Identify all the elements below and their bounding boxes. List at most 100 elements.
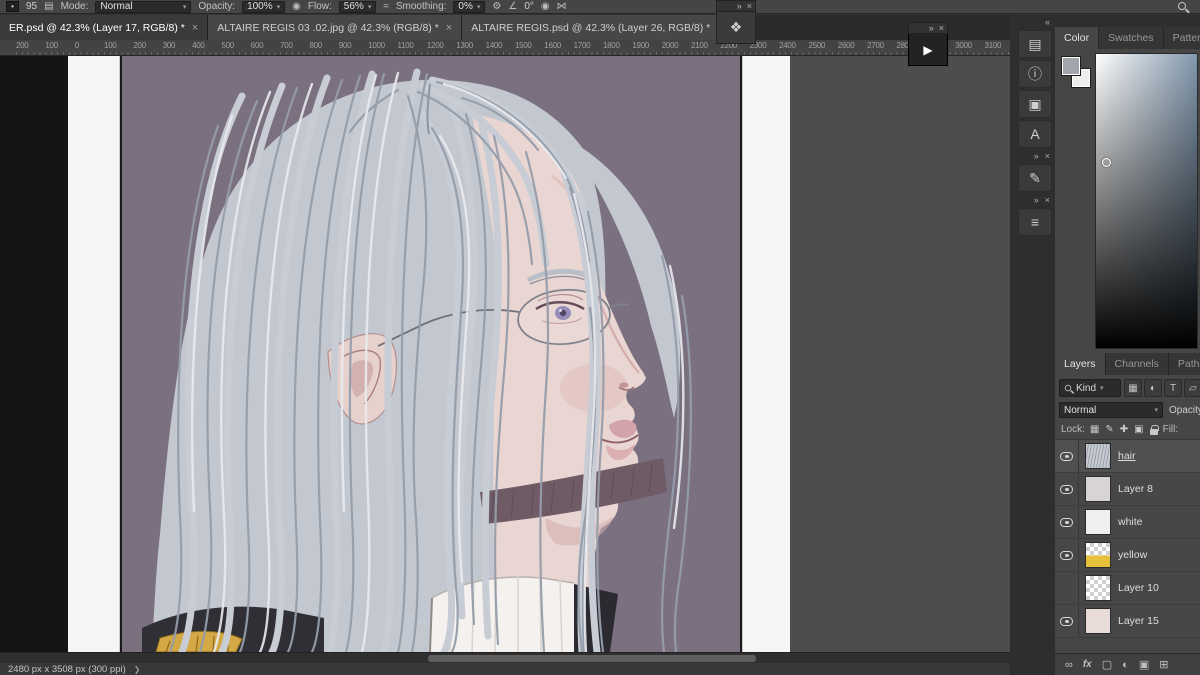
lock-all-icon[interactable] [1149, 424, 1159, 435]
canvas-blank-left[interactable] [68, 56, 120, 652]
brush-angle-icon[interactable]: ∠ [508, 1, 517, 12]
ruler-label: 2700 [867, 41, 884, 50]
layer-row[interactable]: hair [1055, 440, 1200, 473]
layer-thumbnail[interactable] [1085, 476, 1111, 502]
ruler-label: 200 [16, 41, 29, 50]
layer-visibility-toggle[interactable] [1055, 506, 1079, 538]
ruler-label: 3000 [955, 41, 972, 50]
pasteboard-dark [0, 56, 68, 652]
foreground-color-swatch[interactable] [1061, 56, 1081, 76]
clone-source-icon[interactable]: ▣ [1018, 90, 1052, 118]
layer-thumbnail[interactable] [1085, 608, 1111, 634]
layer-visibility-toggle[interactable] [1055, 473, 1079, 505]
symmetry-icon[interactable]: ⋈ [557, 1, 567, 12]
layer-row[interactable]: Layer 8 [1055, 473, 1200, 506]
filter-kind-select[interactable]: Kind ▾ [1059, 379, 1121, 397]
lock-move-icon[interactable]: ✚ [1120, 424, 1128, 435]
layer-thumbnail[interactable] [1085, 509, 1111, 535]
link-layers-icon[interactable]: ∞ [1065, 659, 1073, 671]
horizontal-scrollbar[interactable] [0, 652, 1010, 663]
layer-row[interactable]: Layer 15 [1055, 605, 1200, 638]
layer-thumbnail[interactable] [1085, 443, 1111, 469]
tab-color[interactable]: Color [1055, 27, 1100, 49]
opacity-select[interactable]: 100% ▾ [242, 0, 286, 13]
layer-mask-icon[interactable]: ▢ [1102, 658, 1112, 671]
close-icon[interactable]: × [1045, 195, 1050, 205]
status-popup-arrow-icon[interactable]: ❯ [134, 665, 141, 674]
document-tab[interactable]: ALTAIRE REGIS 03 .02.jpg @ 42.3% (RGB/8)… [208, 15, 463, 40]
filter-type-icon[interactable]: T [1164, 379, 1182, 397]
filter-pixel-icon[interactable]: ▦ [1124, 379, 1142, 397]
document-tab-title: ALTAIRE REGIS 03 .02.jpg @ 42.3% (RGB/8)… [217, 21, 439, 34]
layer-name: Layer 10 [1118, 582, 1159, 594]
layer-thumbnail[interactable] [1085, 542, 1111, 568]
character-icon[interactable]: A [1018, 120, 1052, 148]
filter-shape-icon[interactable]: ▱ [1184, 379, 1200, 397]
info-icon[interactable]: ⓘ [1018, 60, 1052, 88]
play-button[interactable]: ▶ [908, 34, 948, 66]
layer-row[interactable]: Layer 10 [1055, 572, 1200, 605]
color-picker-cursor[interactable] [1102, 158, 1111, 167]
layer-style-icon[interactable]: fx [1083, 659, 1092, 670]
layer-thumbnail[interactable] [1085, 575, 1111, 601]
document-tab[interactable]: ER.psd @ 42.3% (Layer 17, RGB/8) * × [0, 15, 209, 40]
saturation-brightness-field[interactable] [1095, 53, 1198, 349]
foreground-background-swatches[interactable] [1060, 55, 1094, 91]
ruler-label: 100 [104, 41, 117, 50]
lock-paint-icon[interactable]: ✎ [1105, 424, 1113, 435]
brush-size-value[interactable]: 95 [26, 1, 37, 12]
floating-panel-button[interactable]: ❖ [716, 12, 756, 44]
brush-settings-icon[interactable]: ✎ [1018, 164, 1052, 192]
layer-visibility-toggle[interactable] [1055, 572, 1079, 604]
pressure-opacity-icon[interactable]: ◉ [292, 1, 301, 12]
close-icon[interactable]: × [747, 1, 752, 11]
close-icon[interactable]: × [192, 22, 198, 34]
artboard[interactable] [120, 56, 742, 652]
document-tab[interactable]: ALTAIRE REGIS.psd @ 42.3% (Layer 26, RGB… [462, 15, 734, 40]
close-icon[interactable]: × [446, 22, 452, 34]
layer-group-icon[interactable]: ▣ [1139, 658, 1149, 671]
layer-visibility-toggle[interactable] [1055, 539, 1079, 571]
panel-collapse-icon[interactable]: « [1045, 17, 1050, 27]
mode-select[interactable]: Normal ▾ [95, 0, 192, 13]
scrollbar-thumb[interactable] [428, 655, 756, 662]
blend-mode-select[interactable]: Normal ▾ [1059, 402, 1163, 418]
close-icon[interactable]: × [1045, 151, 1050, 161]
search-icon[interactable] [1178, 2, 1186, 10]
tab-swatches[interactable]: Swatches [1099, 27, 1164, 49]
tool-presets-icon[interactable]: ≡ [1018, 208, 1052, 236]
panel-collapse-icon[interactable]: » [1034, 195, 1039, 205]
panel-collapse-icon[interactable]: » [737, 1, 742, 11]
smoothing-select[interactable]: 0% ▾ [453, 0, 486, 13]
panel-collapse-icon[interactable]: » [1034, 151, 1039, 161]
smoothing-gear-icon[interactable]: ⚙ [492, 1, 501, 12]
layer-visibility-toggle[interactable] [1055, 605, 1079, 637]
tab-layers[interactable]: Layers [1055, 353, 1106, 375]
airbrush-icon[interactable]: ≈ [383, 1, 389, 12]
layer-row[interactable]: white [1055, 506, 1200, 539]
brush-panel-toggle-icon[interactable]: ▤ [44, 1, 53, 12]
layer-visibility-toggle[interactable] [1055, 440, 1079, 472]
ruler-label: 800 [309, 41, 323, 50]
close-icon[interactable]: × [939, 23, 944, 33]
document-tab-title: ER.psd @ 42.3% (Layer 17, RGB/8) * [9, 21, 185, 34]
layer-row[interactable]: yellow [1055, 539, 1200, 572]
tab-channels[interactable]: Channels [1105, 353, 1169, 375]
brush-preset-icon[interactable]: • [6, 1, 19, 12]
adjustments-icon[interactable]: ▤ [1018, 30, 1052, 58]
lock-artboard-icon[interactable]: ▣ [1134, 424, 1143, 435]
right-dock: «▤ⓘ▣A»×✎»×≡ Color Swatches Patterns Laye… [1010, 15, 1200, 675]
adjustment-layer-icon[interactable]: ◐ [1122, 659, 1129, 671]
artwork-portrait[interactable] [122, 56, 740, 652]
brush-angle-value[interactable]: 0° [524, 1, 534, 12]
new-layer-icon[interactable]: ⊞ [1159, 658, 1168, 671]
tab-patterns[interactable]: Patterns [1163, 27, 1200, 49]
canvas-blank-right[interactable] [742, 56, 790, 652]
pressure-size-icon[interactable]: ◉ [541, 1, 550, 12]
filter-adjustment-icon[interactable]: ◐ [1144, 379, 1162, 397]
panel-collapse-icon[interactable]: » [929, 23, 934, 33]
ruler[interactable]: 200 100 0 100 200 300 400 500 600 700 800 900 1000 11… [0, 40, 1010, 56]
flow-select[interactable]: 56% ▾ [338, 0, 377, 13]
lock-transparency-icon[interactable]: ▦ [1090, 424, 1099, 435]
tab-paths[interactable]: Paths [1168, 353, 1200, 375]
